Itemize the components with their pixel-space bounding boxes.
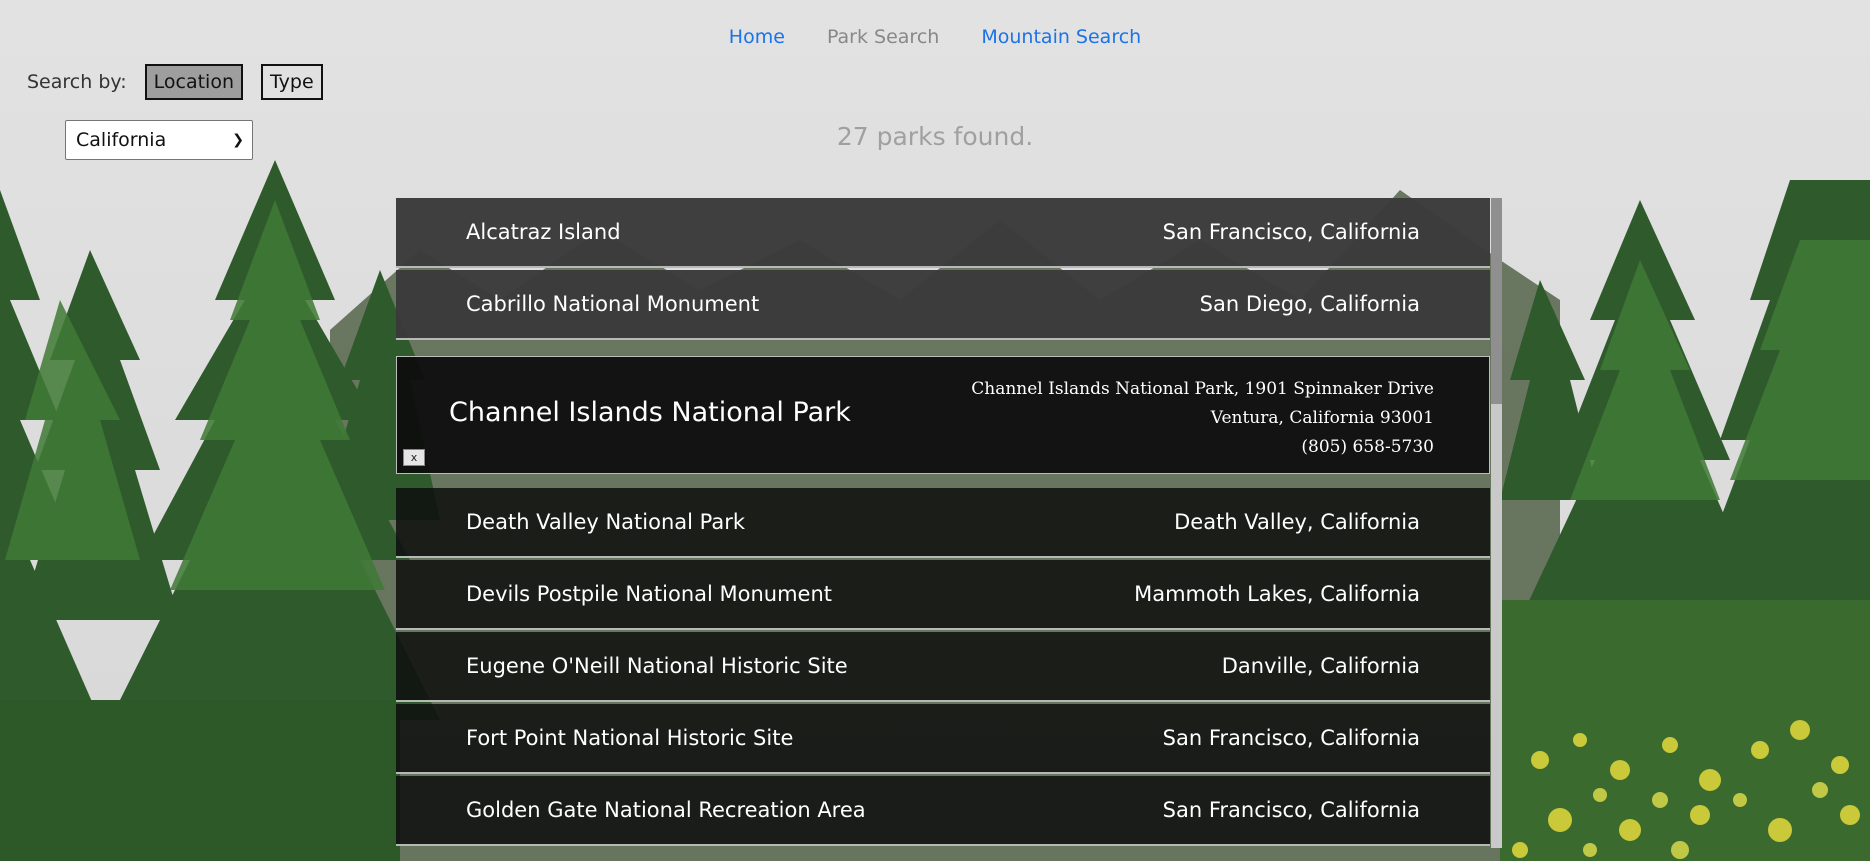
- main-nav: Home Park Search Mountain Search: [0, 26, 1870, 48]
- park-row[interactable]: Death Valley National Park Death Valley,…: [396, 488, 1490, 558]
- park-name: Eugene O'Neill National Historic Site: [466, 654, 848, 678]
- park-name: Death Valley National Park: [466, 510, 746, 534]
- nav-mountain-search-link[interactable]: Mountain Search: [981, 26, 1141, 48]
- phone-number: (805) 658-5730: [1301, 437, 1434, 457]
- results-count: 27 parks found.: [836, 122, 1034, 151]
- park-row[interactable]: Devils Postpile National Monument Mammot…: [396, 560, 1490, 630]
- nav-park-search-link[interactable]: Park Search: [827, 26, 939, 48]
- park-location: San Francisco, California: [1162, 726, 1420, 750]
- nav-home-link[interactable]: Home: [729, 26, 785, 48]
- address-line-2: Ventura, California 93001: [1210, 408, 1434, 428]
- location-button[interactable]: Location: [144, 64, 244, 100]
- park-location: Death Valley, California: [1174, 510, 1420, 534]
- park-location: San Francisco, California: [1162, 798, 1420, 822]
- park-name: Devils Postpile National Monument: [466, 582, 833, 606]
- park-name: Cabrillo National Monument: [466, 292, 760, 316]
- park-location: San Francisco, California: [1162, 220, 1420, 244]
- park-row[interactable]: Eugene O'Neill National Historic Site Da…: [396, 632, 1490, 702]
- park-location: San Diego, California: [1199, 292, 1420, 316]
- park-row[interactable]: Fort Point National Historic Site San Fr…: [396, 704, 1490, 774]
- park-name: Fort Point National Historic Site: [466, 726, 794, 750]
- scrollbar-thumb[interactable]: [1491, 198, 1502, 404]
- search-by-controls: Search by: Location Type: [27, 64, 323, 100]
- park-name: Golden Gate National Recreation Area: [466, 798, 866, 822]
- type-button[interactable]: Type: [261, 64, 323, 100]
- park-row[interactable]: Golden Gate National Recreation Area San…: [396, 776, 1490, 846]
- expanded-park-address: Channel Islands National Park, 1901 Spin…: [971, 375, 1434, 462]
- park-name: Alcatraz Island: [466, 220, 621, 244]
- park-location: Mammoth Lakes, California: [1134, 582, 1420, 606]
- list-scrollbar[interactable]: [1491, 198, 1502, 848]
- expanded-park-name: Channel Islands National Park: [449, 397, 851, 428]
- close-button[interactable]: x: [403, 449, 425, 466]
- park-location: Danville, California: [1221, 654, 1420, 678]
- search-by-label: Search by:: [27, 71, 127, 93]
- expanded-park-card: Channel Islands National Park Channel Is…: [396, 356, 1490, 474]
- park-results-list: Alcatraz Island San Francisco, Californi…: [396, 198, 1502, 848]
- park-row[interactable]: Cabrillo National Monument San Diego, Ca…: [396, 270, 1490, 340]
- park-row[interactable]: Alcatraz Island San Francisco, Californi…: [396, 198, 1490, 268]
- address-line-1: Channel Islands National Park, 1901 Spin…: [971, 379, 1434, 399]
